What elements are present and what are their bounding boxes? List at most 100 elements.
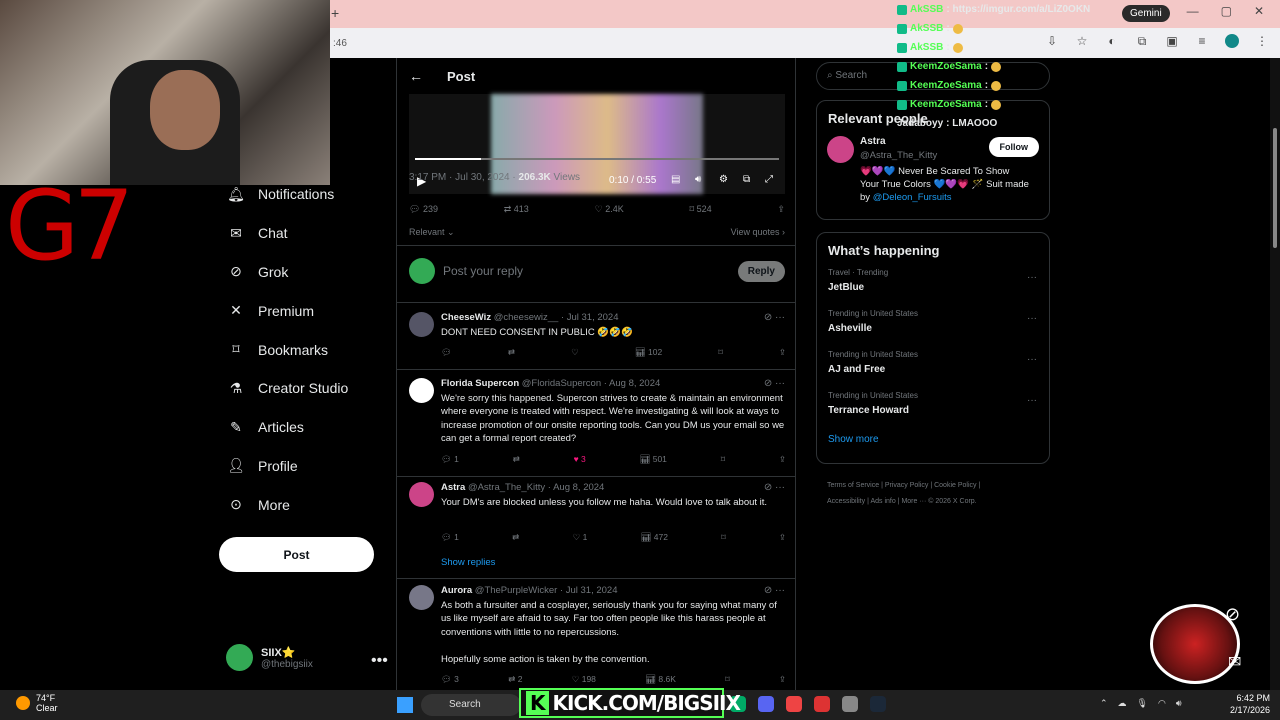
settings-icon[interactable] (842, 696, 858, 712)
grok-icon[interactable]: ⊘ (764, 378, 772, 389)
pip-icon[interactable]: ⧉ (743, 174, 750, 185)
sidebar-item-creator-studio[interactable]: ⚗ Creator Studio (218, 369, 388, 408)
wifi-icon[interactable]: ◠ (1158, 698, 1166, 709)
mic-icon[interactable]: 🎙︎ (1137, 698, 1148, 709)
mail-icon[interactable]: ✉ (1228, 652, 1241, 672)
close-icon[interactable]: ✕ (1254, 4, 1264, 18)
trend-item[interactable]: Trending in United States AJ and Free ··· (828, 350, 1049, 391)
reply-item[interactable]: CheeseWiz @cheesewiz__ · Jul 31, 2024 ⊘ … (397, 312, 795, 372)
profile-avatar[interactable] (1224, 34, 1240, 51)
reply-button[interactable]: Reply (737, 260, 785, 282)
reply-input[interactable]: Post your reply (443, 264, 738, 278)
trend-item[interactable]: Travel · Trending JetBlue ··· (828, 268, 1049, 309)
sidebar-item-profile[interactable]: 👤︎ Profile (218, 447, 388, 486)
sidebar-icon[interactable]: ▣ (1164, 34, 1180, 51)
sidebar-item-grok[interactable]: ⊘ Grok (218, 253, 388, 292)
grok-icon[interactable]: ⊘ (764, 482, 772, 493)
volume-icon[interactable]: 🔊︎ (1176, 698, 1182, 709)
weather-widget[interactable]: 74°F Clear (16, 693, 58, 713)
back-arrow-icon[interactable]: ← (409, 68, 423, 84)
grok-icon[interactable]: ⊘ (764, 312, 772, 323)
follow-button[interactable]: Follow (988, 137, 1039, 157)
fullscreen-icon[interactable]: ⤢ (765, 174, 773, 185)
clock[interactable]: 6:42 PM 2/17/2026 (1226, 692, 1270, 716)
more-icon[interactable]: ··· (775, 378, 785, 389)
heart-icon[interactable]: ♡ (571, 347, 579, 358)
sidebar-item-more[interactable]: ⊙ More (218, 485, 388, 524)
share-icon[interactable]: ⇪ (779, 532, 786, 543)
sidebar-item-bookmarks[interactable]: ⌑ Bookmarks (218, 330, 388, 369)
bookmark-icon[interactable]: ⌑ (725, 674, 729, 685)
footer-line[interactable]: Accessibility | Ads info | More ··· © 20… (827, 494, 1047, 510)
reply-icon[interactable]: 💬︎ (441, 347, 452, 358)
views-stat[interactable]: 📊︎ 472 (641, 532, 668, 543)
scrollbar-thumb[interactable] (1273, 128, 1277, 248)
repost-icon[interactable]: ⇄ (513, 454, 520, 465)
sidebar-item-chat[interactable]: ✉ Chat (218, 214, 388, 253)
show-more-link[interactable]: Show more (828, 434, 1038, 445)
bookmark-icon[interactable]: ⌑ (721, 454, 725, 465)
extension-icon[interactable]: ◐ (1104, 34, 1120, 51)
sidebar-item-articles[interactable]: ✎ Articles (218, 408, 388, 447)
more-icon[interactable]: ··· (775, 312, 785, 323)
reply-item[interactable]: Astra @Astra_The_Kitty · Aug 8, 2024 ⊘ ·… (397, 482, 795, 582)
share-icon[interactable]: ⇪ (779, 454, 786, 465)
chevron-up-icon[interactable]: ⌃ (1100, 698, 1108, 709)
like-stat[interactable]: ♡ 1 (573, 532, 588, 543)
more-icon[interactable]: ··· (1027, 272, 1037, 283)
minimize-icon[interactable]: — (1187, 4, 1199, 18)
more-icon[interactable]: ••• (371, 652, 388, 670)
relevant-person[interactable]: Astra @Astra_The_Kitty Follow 💗💜💙 Never … (817, 136, 1049, 216)
views-stat[interactable]: 📊︎ 501 (640, 454, 667, 465)
show-replies-link[interactable]: Show replies (441, 557, 495, 568)
bio-link[interactable]: @Deleon_Fursuits (873, 192, 952, 203)
reply-stat[interactable]: 💬︎ 239 (409, 204, 438, 215)
video-progress-bar[interactable] (415, 158, 779, 160)
repost-icon[interactable]: ⇄ (508, 347, 515, 358)
repost-icon[interactable]: ⇄ (512, 532, 519, 543)
share-icon[interactable]: ⇪ (779, 674, 786, 685)
post-button[interactable]: Post (219, 537, 374, 572)
view-quotes-link[interactable]: View quotes › (731, 227, 785, 238)
grok-icon[interactable]: ⊘ (1225, 604, 1253, 632)
repost-stat[interactable]: ⇄ 413 (504, 204, 529, 215)
brave-icon[interactable] (786, 696, 802, 712)
menu-icon[interactable]: ⋮ (1254, 34, 1270, 51)
bookmark-icon[interactable]: ⌑ (721, 532, 725, 543)
footer-line[interactable]: Terms of Service | Privacy Policy | Cook… (827, 478, 1047, 494)
windows-start-icon[interactable] (397, 697, 413, 713)
sidebar-item-notifications[interactable]: 🔔︎ Notifications (218, 175, 388, 214)
steam-icon[interactable] (870, 696, 886, 712)
bookmark-stat[interactable]: ⌑ 524 (689, 204, 711, 215)
reply-stat[interactable]: 💬︎ 1 (441, 454, 459, 465)
maximize-icon[interactable]: ▢ (1221, 4, 1232, 18)
reply-item[interactable]: Florida Supercon @FloridaSupercon · Aug … (397, 378, 795, 473)
reply-stat[interactable]: 💬︎ 1 (441, 532, 459, 543)
address-bar[interactable]: :46 ⇩ ☆ ◐ ⧉ ▣ ≡ ⋮ (330, 28, 1280, 58)
bookmark-icon[interactable]: ⌑ (718, 347, 722, 358)
gemini-button[interactable]: Gemini (1122, 5, 1170, 22)
like-stat[interactable]: ♡ 198 (572, 674, 596, 685)
volume-icon[interactable]: 🔊︎ (695, 174, 701, 185)
media-icon[interactable]: ≡ (1194, 34, 1210, 51)
puzzle-icon[interactable]: ⧉ (1134, 34, 1150, 51)
grok-icon[interactable]: ⊘ (764, 585, 772, 596)
settings-icon[interactable]: ⚙ (719, 174, 728, 185)
app-icon[interactable] (814, 696, 830, 712)
more-icon[interactable]: ··· (1027, 313, 1037, 324)
page-scrollbar[interactable] (1270, 58, 1280, 690)
trend-item[interactable]: Trending in United States Asheville ··· (828, 309, 1049, 350)
taskbar-search[interactable]: Search (421, 694, 521, 716)
repost-stat[interactable]: ⇄ 2 (508, 674, 522, 685)
more-icon[interactable]: ··· (1027, 354, 1037, 365)
new-tab-button[interactable]: + (331, 5, 339, 21)
views-stat[interactable]: 📊︎ 102 (635, 347, 662, 358)
share-icon[interactable]: ⇪ (779, 347, 786, 358)
reply-item[interactable]: Aurora @ThePurpleWicker · Jul 31, 2024 ⊘… (397, 585, 795, 690)
more-icon[interactable]: ··· (775, 482, 785, 493)
like-stat[interactable]: ♥ 3 (574, 454, 586, 465)
like-stat[interactable]: ♡ 2.4K (595, 204, 624, 215)
more-icon[interactable]: ··· (775, 585, 785, 596)
captions-icon[interactable]: ▤ (671, 174, 680, 185)
trend-item[interactable]: Trending in United States Terrance Howard… (828, 391, 1049, 432)
